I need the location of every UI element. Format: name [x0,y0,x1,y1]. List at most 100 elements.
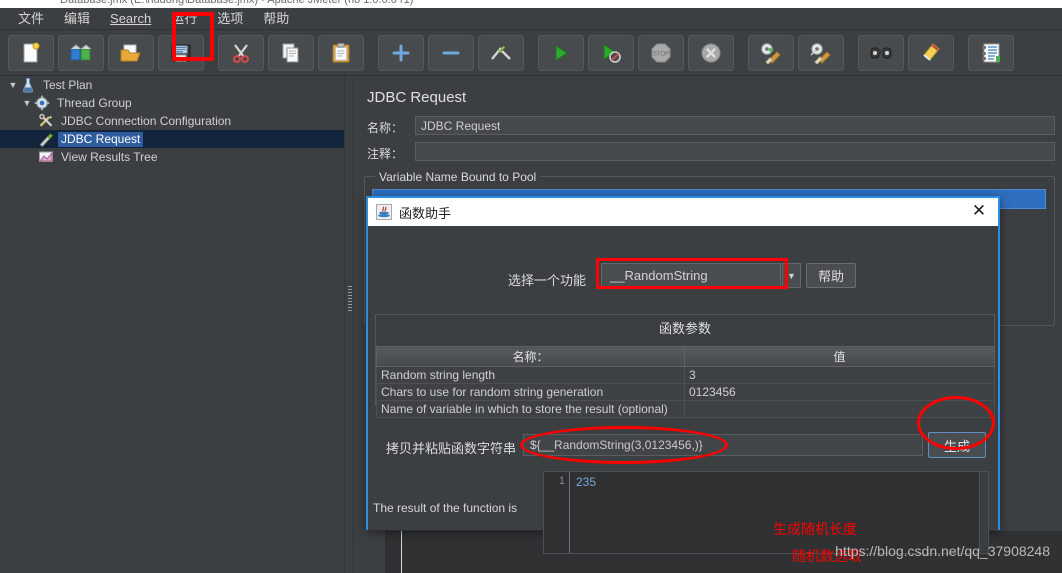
reset-search-icon [920,42,942,64]
tree-node-label: JDBC Connection Configuration [61,113,232,128]
tree-node-view-results-tree[interactable]: View Results Tree [0,148,344,166]
toolbar-stop-button[interactable]: STOP [638,34,684,71]
function-result-value: 235 [576,475,597,489]
config-icon [38,113,54,129]
toolbar: STOP [0,30,1062,76]
templates-icon [69,42,93,64]
menu-file[interactable]: 文件 [8,9,54,29]
expander-icon[interactable]: ▼ [20,98,34,108]
jmeter-window: Database.jmx (E:\hudong\Database.jmx) - … [0,0,1062,573]
toolbar-clear-all-button[interactable] [798,34,844,71]
watermark-url: https://blog.csdn.net/qq_37908248 [835,543,1050,559]
menu-options[interactable]: 选项 [207,9,253,29]
open-icon [119,42,143,64]
result-scrollbar[interactable] [979,472,988,553]
start-icon [550,42,572,64]
collapse-all-icon [440,42,462,64]
function-select-value: __RandomString [610,268,708,283]
tree-node-label: View Results Tree [61,149,158,164]
column-header-name[interactable]: 名称： [376,346,685,367]
paste-icon [330,42,352,64]
toolbar-start-no-pause-button[interactable] [588,34,634,71]
tree-node-test-plan[interactable]: ▼ Test Plan [0,76,344,94]
toolbar-start-button[interactable] [538,34,584,71]
table-row[interactable]: Random string length 3 [376,366,995,384]
java-app-icon [376,204,392,220]
name-input[interactable]: JDBC Request [415,116,1055,135]
comment-input[interactable] [415,142,1055,161]
tree-node-label: Thread Group [57,95,132,110]
function-select[interactable]: __RandomString [601,263,781,288]
toolbar-copy-button[interactable] [268,34,314,71]
menu-edit[interactable]: 编辑 [54,9,100,29]
results-caret [401,531,402,573]
divider-grip-icon[interactable] [348,286,352,312]
table-row[interactable]: Chars to use for random string generatio… [376,383,995,401]
page-title: JDBC Request [367,89,467,106]
test-plan-icon [20,77,36,93]
expand-all-icon [390,42,412,64]
function-string-input[interactable]: ${__RandomString(3,0123456,)} [523,434,923,456]
menu-help[interactable]: 帮助 [253,9,299,29]
toggle-icon [489,42,513,64]
thread-group-icon [34,95,50,111]
function-parameters-table: 名称： 值 Random string length 3 Chars to us… [376,346,995,418]
cut-icon [230,42,252,64]
generate-button[interactable]: 生成 [928,432,986,458]
test-plan-tree[interactable]: ▼ Test Plan ▼ Thread Group JDBC Connecti… [0,76,344,573]
toolbar-reset-search-button[interactable] [908,34,954,71]
name-label: 名称： [367,121,404,135]
toolbar-toggle-button[interactable] [478,34,524,71]
toolbar-clear-button[interactable] [748,34,794,71]
menu-search[interactable]: Search [100,9,161,29]
param-value-cell[interactable] [684,400,995,418]
column-header-value[interactable]: 值 [684,346,995,367]
toolbar-search-button[interactable] [858,34,904,71]
function-result-area[interactable]: 1 235 [543,471,989,554]
variable-name-group-title: Variable Name Bound to Pool [375,170,541,184]
toolbar-function-helper-button[interactable] [968,34,1014,71]
sampler-icon [38,131,54,148]
param-name-cell: Name of variable in which to store the r… [376,400,685,418]
start-no-pause-icon [600,42,622,64]
toolbar-collapse-all-button[interactable] [428,34,474,71]
dialog-title-text: 函数助手 [399,205,452,221]
tree-node-label: JDBC Request [58,131,144,147]
toolbar-templates-button[interactable] [58,34,104,71]
tree-node-jdbc-connection-configuration[interactable]: JDBC Connection Configuration [0,112,344,130]
stop-icon: STOP [650,42,672,64]
table-row[interactable]: Name of variable in which to store the r… [376,400,995,418]
chevron-down-icon[interactable]: ▼ [782,263,801,288]
toolbar-new-button[interactable] [8,34,54,71]
param-value-cell[interactable]: 3 [684,366,995,384]
clear-icon [759,42,783,64]
comment-label: 注释： [367,147,404,161]
help-button[interactable]: 帮助 [806,263,856,288]
new-icon [20,42,42,64]
toolbar-cut-button[interactable] [218,34,264,71]
toolbar-shutdown-button[interactable] [688,34,734,71]
line-number-gutter: 1 [544,472,570,553]
param-name-cell: Random string length [376,366,685,384]
result-label: The result of the function is [373,501,518,515]
table-header-row: 名称： 值 [376,346,995,367]
window-title-bar: Database.jmx (E:\hudong\Database.jmx) - … [0,0,1062,8]
split-pane-divider[interactable] [344,76,354,573]
close-icon[interactable]: ✕ [970,203,988,221]
select-function-label: 选择一个功能 [508,273,587,288]
tree-node-jdbc-request[interactable]: JDBC Request [0,130,344,148]
toolbar-expand-all-button[interactable] [378,34,424,71]
expander-icon[interactable]: ▼ [6,80,20,90]
dialog-title-bar: 函数助手 ✕ [368,198,998,226]
tree-node-thread-group[interactable]: ▼ Thread Group [0,94,344,112]
param-value-cell[interactable]: 0123456 [684,383,995,401]
shutdown-icon [700,42,722,64]
save-icon [170,42,192,64]
toolbar-save-button[interactable] [158,34,204,71]
menu-bar: 文件 编辑 Search 运行 选项 帮助 [0,8,1062,30]
toolbar-paste-button[interactable] [318,34,364,71]
function-helper-icon [980,42,1002,64]
menu-run[interactable]: 运行 [161,9,207,29]
dialog-body: 选择一个功能 __RandomString ▼ 帮助 函数参数 名称： 值 Ra… [368,226,998,554]
toolbar-open-button[interactable] [108,34,154,71]
